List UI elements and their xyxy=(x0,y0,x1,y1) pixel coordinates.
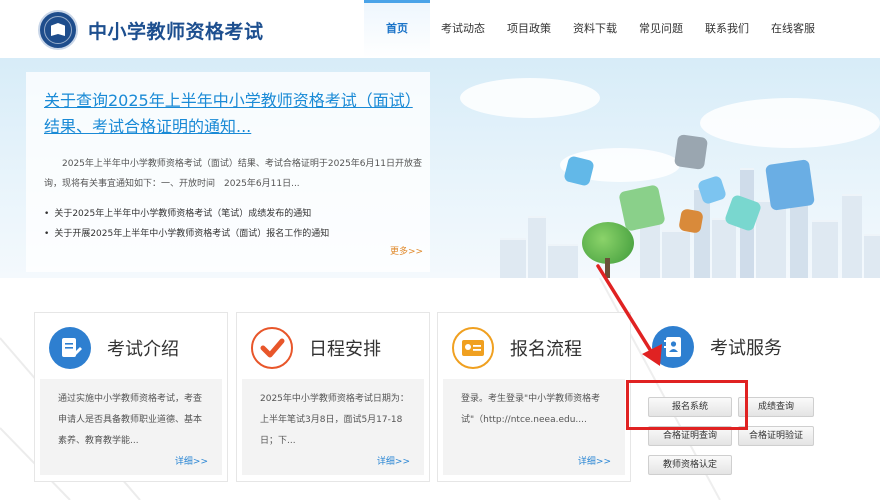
annotation-highlight-box xyxy=(626,380,748,430)
cube-decoration xyxy=(563,155,595,187)
piano-cube-icon xyxy=(673,134,709,170)
card-exam-intro[interactable]: 考试介绍 通过实施中小学教师资格考试，考查申请人是否具备教师职业道德、基本素养、… xyxy=(34,312,228,482)
id-card-icon xyxy=(452,327,494,369)
card-body: 2025年中小学教师资格考试日期为：上半年笔试3月8日，面试5月17-18日；下… xyxy=(242,379,424,475)
card-schedule[interactable]: 日程安排 2025年中小学教师资格考试日期为：上半年笔试3月8日，面试5月17-… xyxy=(236,312,430,482)
card-body: 登录。考生登录"中小学教师资格考试"（http://ntce.neea.edu.… xyxy=(443,379,625,475)
hero-banner: 关于查询2025年上半年中小学教师资格考试（面试）结果、考试合格证明的通知...… xyxy=(0,58,880,278)
more-news-link[interactable]: 更多>> xyxy=(390,244,423,257)
music-cube-icon xyxy=(765,159,815,211)
cloud-decoration xyxy=(700,98,880,148)
card-title: 报名流程 xyxy=(510,339,582,360)
site-header: 中小学教师资格考试 首页 考试动态 项目政策 资料下载 常见问题 联系我们 在线… xyxy=(0,0,880,58)
cube-decoration xyxy=(678,208,704,234)
main-nav: 首页 考试动态 项目政策 资料下载 常见问题 联系我们 在线客服 xyxy=(364,0,826,58)
annotation-arrow-icon xyxy=(596,264,662,366)
cube-decoration xyxy=(618,184,666,232)
news-item[interactable]: 关于2025年上半年中小学教师资格考试（笔试）成绩发布的通知 xyxy=(44,204,424,224)
card-text: 2025年中小学教师资格考试日期为：上半年笔试3月8日，面试5月17-18日；下… xyxy=(260,394,409,446)
score-query-button[interactable]: 成绩查询 xyxy=(738,397,814,417)
detail-link[interactable]: 详细>> xyxy=(175,454,208,467)
site-title[interactable]: 中小学教师资格考试 xyxy=(88,17,264,44)
nav-policy[interactable]: 项目政策 xyxy=(496,0,562,58)
card-text: 登录。考生登录"中小学教师资格考试"（http://ntce.neea.edu.… xyxy=(461,394,601,425)
nav-downloads[interactable]: 资料下载 xyxy=(562,0,628,58)
headline-summary: 2025年上半年中小学教师资格考试（面试）结果、考试合格证明于2025年6月11… xyxy=(44,159,422,189)
nav-contact[interactable]: 联系我们 xyxy=(694,0,760,58)
detail-link[interactable]: 详细>> xyxy=(377,454,410,467)
headline-link[interactable]: 关于查询2025年上半年中小学教师资格考试（面试）结果、考试合格证明的通知... xyxy=(44,88,414,140)
card-title: 考试服务 xyxy=(710,338,782,359)
card-text: 通过实施中小学教师资格考试，考查申请人是否具备教师职业道德、基本素养、教育教学能… xyxy=(58,394,203,446)
checkmark-icon xyxy=(251,327,293,369)
education-emblem-icon[interactable] xyxy=(38,10,78,50)
card-title: 日程安排 xyxy=(309,339,381,360)
cloud-decoration xyxy=(460,78,600,118)
nav-exam-news[interactable]: 考试动态 xyxy=(430,0,496,58)
card-body: 通过实施中小学教师资格考试，考查申请人是否具备教师职业道德、基本素养、教育教学能… xyxy=(40,379,222,475)
news-panel: 关于查询2025年上半年中小学教师资格考试（面试）结果、考试合格证明的通知...… xyxy=(26,72,430,272)
teacher-certification-button[interactable]: 教师资格认定 xyxy=(648,455,732,475)
nav-online-service[interactable]: 在线客服 xyxy=(760,0,826,58)
nav-home[interactable]: 首页 xyxy=(364,0,430,58)
nav-faq[interactable]: 常见问题 xyxy=(628,0,694,58)
card-title: 考试介绍 xyxy=(107,339,179,360)
news-list: 关于2025年上半年中小学教师资格考试（笔试）成绩发布的通知 关于开展2025年… xyxy=(44,204,424,244)
news-item[interactable]: 关于开展2025年上半年中小学教师资格考试（面试）报名工作的通知 xyxy=(44,224,424,244)
detail-link[interactable]: 详细>> xyxy=(578,454,611,467)
certificate-verify-button[interactable]: 合格证明验证 xyxy=(738,426,814,446)
document-pen-icon xyxy=(49,327,91,369)
